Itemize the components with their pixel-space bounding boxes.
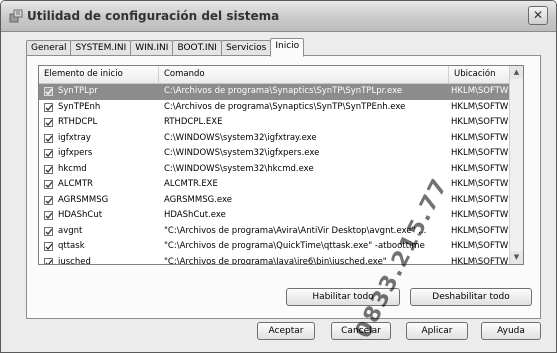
startup-item-name: avgnt [58, 225, 83, 236]
table-row[interactable]: qttask "C:\Archivos de programa\QuickTime… [39, 239, 511, 255]
tab-boot-ini[interactable]: BOOT.INI [172, 40, 222, 56]
startup-location: HKLM\SOFTW [451, 256, 509, 265]
tab-strip: General SYSTEM.INI WIN.INI BOOT.INI Serv… [26, 38, 305, 57]
startup-command: C:\WINDOWS\system32\hkcmd.exe [164, 163, 314, 174]
row-checkbox[interactable] [44, 211, 53, 220]
help-button[interactable]: Ayuda [481, 322, 541, 340]
startup-location: HKLM\SOFTW [451, 241, 509, 251]
row-checkbox[interactable] [44, 180, 53, 189]
row-checkbox[interactable] [44, 133, 53, 143]
ok-button[interactable]: Aceptar [257, 322, 315, 340]
table-row[interactable]: SynTPLpr C:\Archivos de programa\Synaptic… [39, 84, 511, 100]
table-row[interactable]: RTHDCPL RTHDCPL.EXE HKLM\SOFTW [39, 115, 511, 131]
startup-item-name: SynTPLpr [58, 86, 98, 96]
table-row[interactable]: igfxpers C:\WINDOWS\system32\igfxpers.exe… [39, 146, 511, 162]
system-config-window: Utilidad de configuración del sistema ✕ … [0, 0, 557, 353]
list-header: Elemento de inicio Comando Ubicación [39, 66, 511, 84]
column-header-comando[interactable]: Comando [159, 66, 449, 83]
close-button[interactable]: ✕ [528, 6, 548, 25]
table-row[interactable]: SynTPEnh C:\Archivos de programa\Synaptic… [39, 100, 511, 116]
list-rows: SynTPLpr C:\Archivos de programa\Synaptic… [39, 84, 511, 265]
startup-item-name: SynTPEnh [58, 101, 101, 112]
row-checkbox[interactable] [44, 164, 53, 174]
startup-panel: Elemento de inicio Comando Ubicación Syn… [26, 55, 541, 319]
row-checkbox[interactable] [44, 242, 53, 251]
startup-location: HKLM\SOFTW [451, 179, 509, 189]
startup-command: ALCMTR.EXE [164, 179, 218, 189]
row-checkbox[interactable] [44, 87, 53, 96]
close-icon: ✕ [532, 8, 544, 22]
startup-item-name: AGRSMMSG [58, 194, 109, 205]
startup-command: AGRSMMSG.exe [164, 194, 232, 205]
startup-item-name: hkcmd [58, 163, 87, 174]
system-config-icon [9, 9, 23, 23]
disable-all-button[interactable]: Deshabilitar todo [410, 288, 532, 306]
startup-item-name: igfxpers [58, 148, 93, 158]
startup-location: HKLM\SOFTW [451, 210, 509, 220]
startup-location: HKLM\SOFTW [451, 101, 509, 112]
table-row[interactable]: hkcmd C:\WINDOWS\system32\hkcmd.exe HKLM\S… [39, 162, 511, 178]
row-checkbox[interactable] [44, 149, 53, 158]
startup-item-name: igfxtray [58, 132, 91, 143]
row-checkbox[interactable] [44, 118, 53, 127]
table-row[interactable]: igfxtray C:\WINDOWS\system32\igfxtray.exe… [39, 131, 511, 147]
startup-command: RTHDCPL.EXE [164, 117, 223, 127]
startup-location: HKLM\SOFTW [451, 163, 509, 174]
startup-command: C:\WINDOWS\system32\igfxtray.exe [164, 132, 317, 143]
startup-location: HKLM\SOFTW [451, 117, 509, 127]
startup-location: HKLM\SOFTW [451, 194, 509, 205]
row-checkbox[interactable] [44, 226, 53, 236]
window-title: Utilidad de configuración del sistema [27, 9, 280, 23]
startup-command: C:\Archivos de programa\Synaptics\SynTP\… [164, 86, 403, 96]
scroll-up-icon[interactable]: ▲ [510, 66, 523, 79]
tab-system-ini[interactable]: SYSTEM.INI [70, 40, 132, 56]
column-header-ubicacion[interactable]: Ubicación [449, 66, 511, 83]
startup-item-name: jusched [58, 256, 91, 265]
tab-win-ini[interactable]: WIN.INI [130, 40, 174, 56]
startup-location: HKLM\SOFTW [451, 225, 509, 236]
column-header-elemento[interactable]: Elemento de inicio [39, 66, 159, 83]
startup-location: HKLM\SOFTW [451, 86, 509, 96]
startup-item-name: HDAShCut [58, 210, 103, 220]
startup-command: C:\Archivos de programa\Synaptics\SynTP\… [164, 101, 406, 112]
row-checkbox[interactable] [44, 257, 53, 264]
row-checkbox[interactable] [44, 195, 53, 205]
startup-item-name: qttask [58, 241, 85, 251]
startup-item-name: ALCMTR [58, 179, 93, 189]
startup-location: HKLM\SOFTW [451, 132, 509, 143]
startup-item-name: RTHDCPL [58, 117, 98, 127]
tab-general[interactable]: General [26, 40, 72, 56]
tab-servicios[interactable]: Servicios [220, 40, 272, 56]
scroll-down-icon[interactable]: ▼ [510, 251, 523, 264]
vertical-scrollbar[interactable]: ▲ ▼ [509, 66, 523, 264]
table-row[interactable]: jusched "C:\Archivos de programa\Java\jre… [39, 255, 511, 265]
startup-command: C:\WINDOWS\system32\igfxpers.exe [164, 148, 320, 158]
apply-button[interactable]: Aplicar [406, 322, 468, 340]
tab-inicio[interactable]: Inicio [270, 38, 305, 57]
startup-list[interactable]: Elemento de inicio Comando Ubicación Syn… [38, 65, 524, 265]
row-checkbox[interactable] [44, 102, 53, 112]
table-row[interactable]: avgnt "C:\Archivos de programa\Avira\Anti… [39, 224, 511, 240]
title-bar[interactable]: Utilidad de configuración del sistema ✕ [1, 1, 556, 32]
startup-location: HKLM\SOFTW [451, 148, 509, 158]
